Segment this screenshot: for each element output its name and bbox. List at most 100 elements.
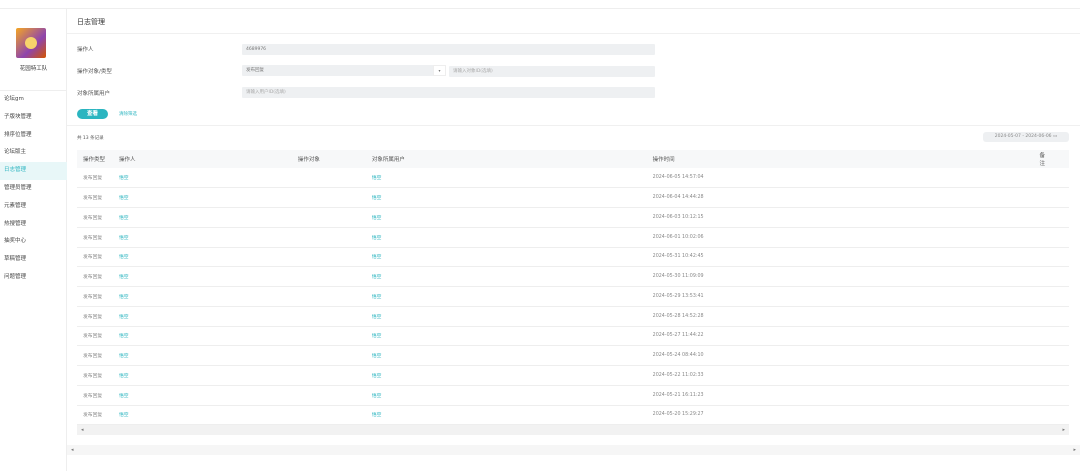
sidebar-item[interactable]: 热搜管理 bbox=[0, 216, 67, 234]
cell-operator[interactable]: 悟空 bbox=[112, 365, 292, 386]
cell-time: 2024-06-01 10:02:06 bbox=[646, 227, 1034, 248]
team-logo bbox=[16, 28, 46, 58]
scroll-left-icon[interactable]: ◂ bbox=[71, 447, 74, 453]
owner-label: 对象所属用户 bbox=[77, 91, 111, 97]
table-row: 发布回复 悟空 悟空 2024-06-03 10:12:15 bbox=[77, 207, 1069, 228]
cell-object bbox=[291, 306, 366, 327]
cell-owner[interactable]: 悟空 bbox=[365, 286, 647, 307]
cell-object bbox=[291, 187, 366, 208]
cell-operator[interactable]: 悟空 bbox=[112, 326, 292, 347]
object-type-select[interactable]: 发布回复 ▾ bbox=[242, 65, 446, 76]
cell-type: 发布回复 bbox=[77, 326, 113, 347]
cell-owner[interactable]: 悟空 bbox=[365, 187, 647, 208]
table-row: 发布回复 悟空 悟空 2024-06-04 14:44:28 bbox=[77, 187, 1069, 208]
cell-note bbox=[1033, 187, 1069, 208]
cell-operator[interactable]: 悟空 bbox=[112, 306, 292, 327]
sidebar-item[interactable]: 论坛版主 bbox=[0, 144, 67, 162]
cell-time: 2024-06-05 14:57:04 bbox=[646, 168, 1034, 189]
scroll-right-icon[interactable]: ▸ bbox=[1073, 445, 1076, 455]
search-button[interactable]: 查看 bbox=[77, 109, 108, 119]
table-header: 操作类型 操作人 操作对象 对象所属用户 操作时间 备注 bbox=[77, 150, 1069, 168]
object-id-input[interactable]: 请输入对象ID(选填) bbox=[449, 66, 655, 77]
table-row: 发布回复 悟空 悟空 2024-05-22 11:02:33 bbox=[77, 365, 1069, 386]
cell-time: 2024-05-21 16:11:23 bbox=[646, 385, 1034, 406]
cell-time: 2024-05-31 10:42:45 bbox=[646, 247, 1034, 268]
column-header[interactable]: 操作时间 bbox=[646, 150, 1034, 168]
cell-note bbox=[1033, 227, 1069, 248]
cell-object bbox=[291, 286, 366, 307]
cell-type: 发布回复 bbox=[77, 385, 113, 406]
team-name: 花园特工队 bbox=[19, 66, 48, 72]
cell-operator[interactable]: 悟空 bbox=[112, 168, 292, 189]
operator-input[interactable]: 4689976 bbox=[242, 44, 655, 55]
cell-owner[interactable]: 悟空 bbox=[365, 345, 647, 366]
page-horizontal-scrollbar[interactable]: ◂ ▸ bbox=[67, 445, 1080, 455]
cell-operator[interactable]: 悟空 bbox=[112, 286, 292, 307]
cell-type: 发布回复 bbox=[77, 266, 113, 287]
cell-object bbox=[291, 345, 366, 366]
cell-time: 2024-05-28 14:52:28 bbox=[646, 306, 1034, 327]
cell-owner[interactable]: 悟空 bbox=[365, 385, 647, 406]
divider bbox=[67, 33, 1080, 34]
cell-time: 2024-05-22 11:02:33 bbox=[646, 365, 1034, 386]
cell-owner[interactable]: 悟空 bbox=[365, 168, 647, 189]
column-header[interactable]: 备注 bbox=[1033, 150, 1069, 168]
cell-type: 发布回复 bbox=[77, 247, 113, 268]
cell-operator[interactable]: 悟空 bbox=[112, 187, 292, 208]
cell-owner[interactable]: 悟空 bbox=[365, 266, 647, 287]
cell-time: 2024-05-27 11:44:22 bbox=[646, 326, 1034, 347]
sidebar-item[interactable]: 子版块管理 bbox=[0, 109, 67, 127]
sidebar-item[interactable]: 排序位管理 bbox=[0, 127, 67, 145]
table-row: 发布回复 悟空 悟空 2024-05-28 14:52:28 bbox=[77, 306, 1069, 327]
cell-owner[interactable]: 悟空 bbox=[365, 306, 647, 327]
cell-object bbox=[291, 405, 366, 426]
cell-note bbox=[1033, 385, 1069, 406]
sidebar-item[interactable]: 论坛gm bbox=[0, 91, 67, 109]
sidebar-item[interactable]: 抽奖中心 bbox=[0, 233, 67, 251]
cell-operator[interactable]: 悟空 bbox=[112, 227, 292, 248]
cell-owner[interactable]: 悟空 bbox=[365, 207, 647, 228]
sidebar-item[interactable]: 草稿管理 bbox=[0, 251, 67, 269]
column-header[interactable]: 操作类型 bbox=[77, 150, 113, 168]
date-end: 2024-06-06 bbox=[1025, 134, 1052, 139]
cell-time: 2024-05-29 13:53:41 bbox=[646, 286, 1034, 307]
sidebar-item[interactable]: 问题管理 bbox=[0, 269, 67, 287]
cell-object bbox=[291, 385, 366, 406]
cell-owner[interactable]: 悟空 bbox=[365, 405, 647, 426]
reset-filter-link[interactable]: 清除筛选 bbox=[119, 111, 137, 117]
cell-object bbox=[291, 207, 366, 228]
sidebar-item[interactable]: 元素管理 bbox=[0, 198, 67, 216]
cell-owner[interactable]: 悟空 bbox=[365, 326, 647, 347]
date-range-picker[interactable]: 2024-05-07 - 2024-06-06 ▭ bbox=[983, 132, 1069, 142]
cell-owner[interactable]: 悟空 bbox=[365, 365, 647, 386]
cell-object bbox=[291, 326, 366, 347]
cell-operator[interactable]: 悟空 bbox=[112, 345, 292, 366]
date-separator: - bbox=[1022, 134, 1024, 139]
record-count: 共 13 条记录 bbox=[77, 136, 104, 141]
chevron-down-icon[interactable]: ▾ bbox=[433, 65, 446, 76]
cell-object bbox=[291, 168, 366, 189]
cell-operator[interactable]: 悟空 bbox=[112, 207, 292, 228]
column-header[interactable]: 对象所属用户 bbox=[365, 150, 647, 168]
cell-operator[interactable]: 悟空 bbox=[112, 247, 292, 268]
cell-type: 发布回复 bbox=[77, 227, 113, 248]
cell-object bbox=[291, 365, 366, 386]
sidebar-item[interactable]: 日志管理 bbox=[0, 162, 67, 180]
scroll-left-icon[interactable]: ◂ bbox=[81, 427, 84, 433]
sidebar-item[interactable]: 管理员管理 bbox=[0, 180, 67, 198]
operator-label: 操作人 bbox=[77, 47, 94, 53]
column-header[interactable]: 操作人 bbox=[112, 150, 292, 168]
cell-operator[interactable]: 悟空 bbox=[112, 266, 292, 287]
cell-operator[interactable]: 悟空 bbox=[112, 385, 292, 406]
cell-type: 发布回复 bbox=[77, 345, 113, 366]
scroll-right-icon[interactable]: ▸ bbox=[1062, 425, 1065, 435]
table-row: 发布回复 悟空 悟空 2024-05-21 16:11:23 bbox=[77, 385, 1069, 406]
owner-id-input[interactable]: 请输入用户ID(选填) bbox=[242, 87, 655, 98]
divider bbox=[67, 125, 1080, 126]
column-header[interactable]: 操作对象 bbox=[291, 150, 366, 168]
cell-operator[interactable]: 悟空 bbox=[112, 405, 292, 426]
cell-owner[interactable]: 悟空 bbox=[365, 227, 647, 248]
cell-time: 2024-05-24 08:44:10 bbox=[646, 345, 1034, 366]
cell-owner[interactable]: 悟空 bbox=[365, 247, 647, 268]
table-horizontal-scrollbar[interactable]: ◂ ▸ bbox=[77, 425, 1069, 435]
